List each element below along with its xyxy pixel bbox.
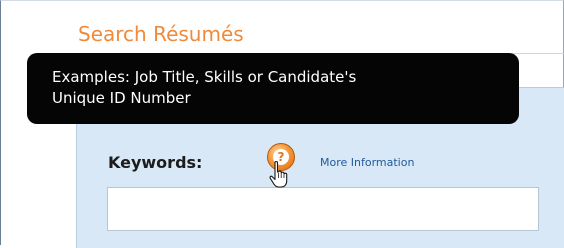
keywords-input[interactable] xyxy=(107,187,539,231)
keywords-help-tooltip: Examples: Job Title, Skills or Candidate… xyxy=(27,53,519,124)
more-information-link[interactable]: More Information xyxy=(320,156,414,169)
hand-pointer-icon xyxy=(269,160,288,188)
tooltip-line-1: Examples: Job Title, Skills or Candidate… xyxy=(52,68,357,86)
tooltip-line-2: Unique ID Number xyxy=(52,89,191,107)
search-resumes-window: Search Résumés Keywords: ? More Informat… xyxy=(0,0,564,248)
page-title: Search Résumés xyxy=(78,22,244,46)
keywords-label: Keywords: xyxy=(108,153,203,172)
